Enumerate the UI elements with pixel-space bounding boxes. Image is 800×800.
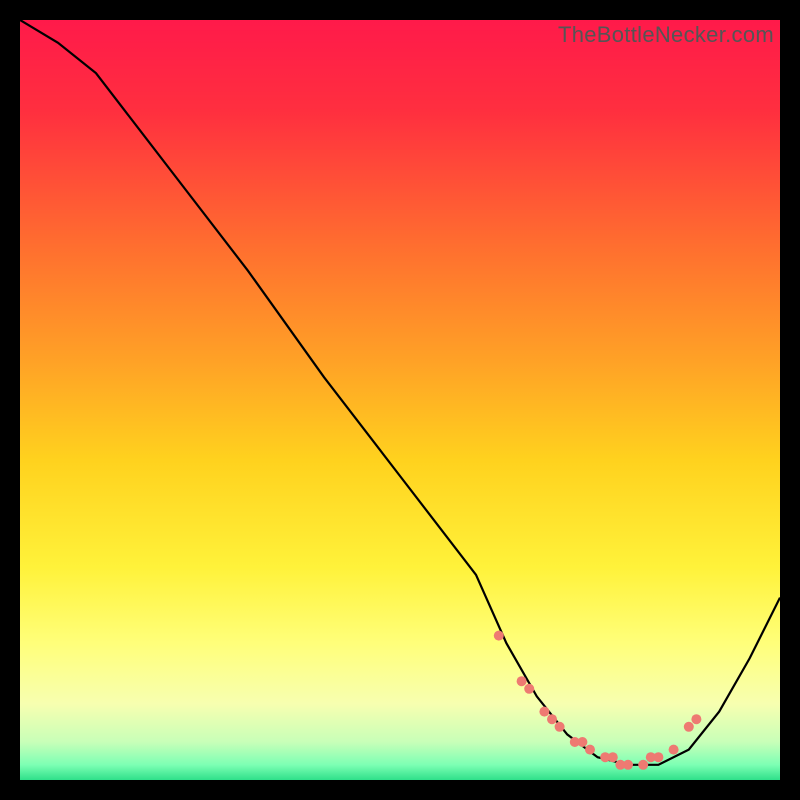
marker-dot	[623, 760, 633, 770]
marker-dot	[524, 684, 534, 694]
marker-dot	[684, 722, 694, 732]
marker-dot	[608, 752, 618, 762]
marker-dot	[653, 752, 663, 762]
marker-dot	[555, 722, 565, 732]
chart-frame: TheBottleNecker.com	[20, 20, 780, 780]
marker-dot	[585, 745, 595, 755]
marker-dot	[669, 745, 679, 755]
marker-dot	[494, 631, 504, 641]
bottleneck-chart	[20, 20, 780, 780]
watermark-text: TheBottleNecker.com	[558, 22, 774, 48]
marker-dot	[547, 714, 557, 724]
marker-dot	[638, 760, 648, 770]
marker-dot	[691, 714, 701, 724]
marker-dot	[577, 737, 587, 747]
marker-dot	[539, 707, 549, 717]
marker-dot	[517, 676, 527, 686]
gradient-background	[20, 20, 780, 780]
